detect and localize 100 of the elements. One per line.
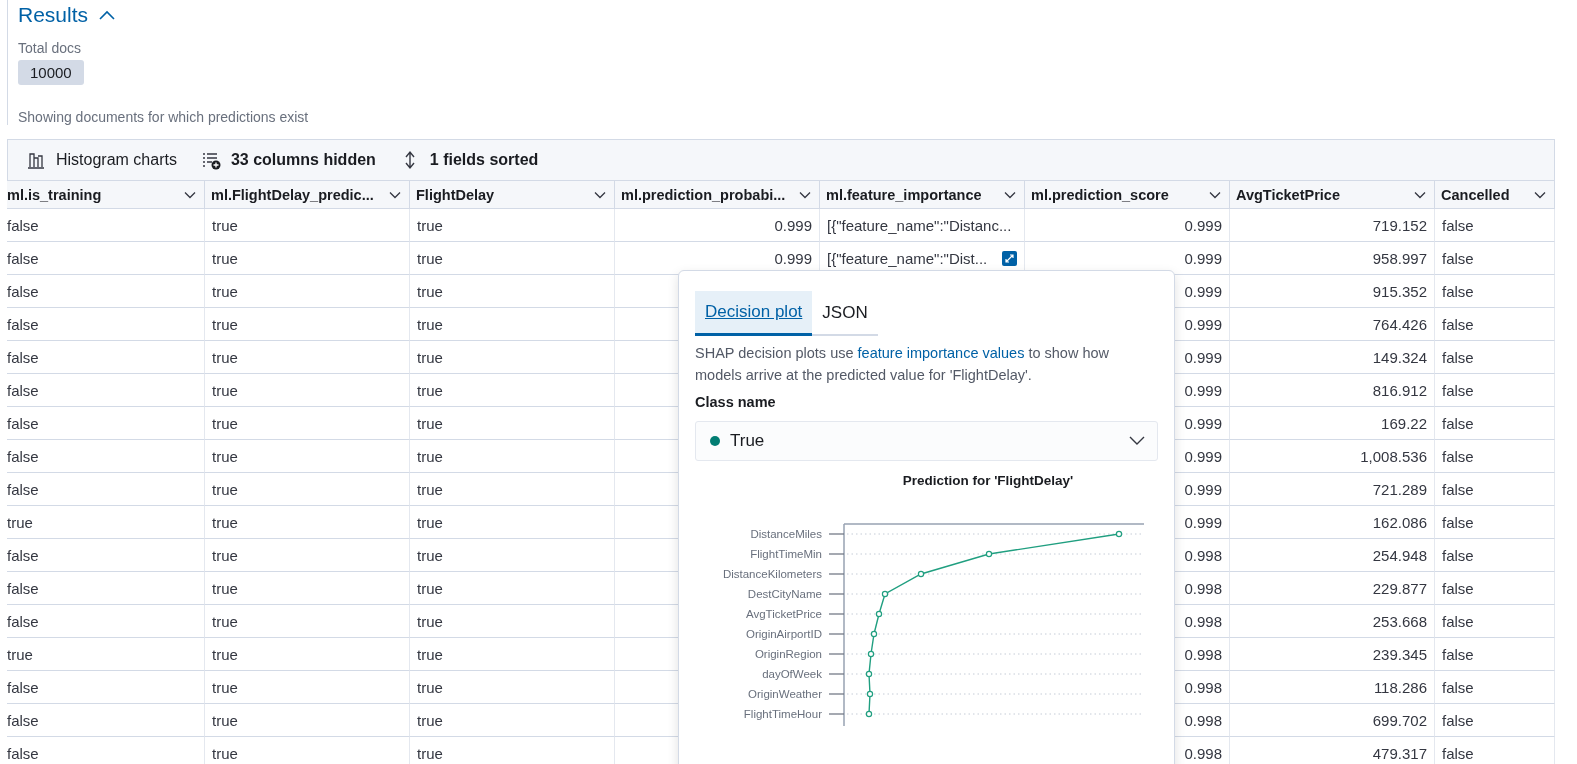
chart-title: Prediction for 'FlightDelay' — [902, 473, 1074, 488]
feature-label: OriginRegion — [754, 648, 822, 660]
class-name-label: Class name — [695, 394, 777, 412]
table-cell: false — [7, 546, 39, 564]
table-cell: true — [7, 645, 33, 663]
column-header[interactable]: ml.prediction_score — [1025, 181, 1230, 209]
table-cell: 0.999 — [1184, 282, 1222, 300]
class-select[interactable]: True — [695, 421, 1158, 461]
tick-mark — [828, 533, 845, 535]
table-cell: true — [417, 645, 443, 663]
tick-mark — [828, 553, 845, 555]
table-cell: 162.086 — [1372, 513, 1427, 531]
column-header[interactable]: AvgTicketPrice — [1230, 181, 1435, 209]
table-cell: false — [1442, 315, 1474, 333]
table-cell: 0.999 — [1184, 381, 1222, 399]
table-cell: 764.426 — [1372, 315, 1427, 333]
toolbar-button[interactable]: 1 fields sorted — [399, 150, 539, 170]
table-cell: 719.152 — [1372, 216, 1427, 234]
data-point — [875, 610, 883, 618]
table-cell: true — [212, 612, 238, 630]
table-cell: 229.877 — [1372, 579, 1427, 597]
table-cell: false — [7, 579, 39, 597]
table-cell: true — [212, 546, 238, 564]
toolbar-button[interactable]: Histogram charts — [26, 150, 177, 170]
table-cell: false — [1442, 645, 1474, 663]
table-cell: false — [1442, 348, 1474, 366]
section-title[interactable]: Results — [18, 3, 89, 27]
table-cell: false — [1442, 216, 1474, 234]
table-cell: [{"feature_name":"Dist... — [827, 249, 988, 267]
table-cell: true — [417, 249, 443, 267]
tick-mark — [828, 713, 845, 715]
table-cell: [{"feature_name":"Distanc... — [827, 216, 1012, 234]
data-point — [881, 590, 889, 598]
chevron-down-icon[interactable] — [1414, 190, 1426, 199]
table-cell: true — [212, 645, 238, 663]
table-cell: true — [212, 315, 238, 333]
total-docs-count: 10000 — [18, 60, 84, 85]
column-header[interactable]: ml.is_training — [7, 181, 205, 209]
feature-importance-link[interactable]: feature importance values — [857, 345, 1025, 361]
table-cell: 915.352 — [1372, 282, 1427, 300]
feature-label: DestCityName — [747, 588, 822, 600]
table-cell: 0.999 — [1184, 249, 1222, 267]
table-cell: true — [212, 249, 238, 267]
expand-button[interactable] — [1002, 250, 1017, 266]
table-cell: true — [417, 381, 443, 399]
table-cell: 0.999 — [1184, 480, 1222, 498]
tab[interactable]: JSON — [812, 291, 878, 336]
chevron-down-icon[interactable] — [389, 190, 401, 199]
table-cell: false — [7, 216, 39, 234]
table-cell: 0.999 — [1184, 315, 1222, 333]
table-cell: false — [7, 348, 39, 366]
table-cell: true — [417, 546, 443, 564]
columns-icon — [200, 150, 221, 170]
table-cell: true — [417, 480, 443, 498]
table-cell: 0.999 — [774, 216, 812, 234]
table-cell: true — [212, 579, 238, 597]
tick-mark — [828, 693, 845, 695]
table-cell: true — [417, 315, 443, 333]
chevron-up-icon[interactable] — [98, 9, 117, 21]
table-cell: false — [7, 678, 39, 696]
table-cell: false — [1442, 711, 1474, 729]
data-point — [865, 670, 873, 678]
table-cell: false — [7, 414, 39, 432]
toolbar-button[interactable]: 33 columns hidden — [200, 150, 376, 170]
chevron-down-icon[interactable] — [1534, 190, 1546, 199]
data-point — [917, 570, 925, 578]
column-header[interactable]: ml.FlightDelay_predic... — [205, 181, 410, 209]
table-cell: 0.998 — [1184, 744, 1222, 762]
data-point — [1115, 530, 1123, 538]
table-cell: 816.912 — [1372, 381, 1427, 399]
table-cell: true — [212, 711, 238, 729]
tab[interactable]: Decision plot — [695, 291, 813, 336]
chevron-down-icon[interactable] — [799, 190, 811, 199]
table-cell: 0.999 — [1184, 447, 1222, 465]
table-cell: false — [1442, 678, 1474, 696]
column-header[interactable]: ml.prediction_probabi... — [615, 181, 820, 209]
table-cell: false — [7, 711, 39, 729]
table-cell: true — [212, 480, 238, 498]
column-header[interactable]: Cancelled — [1435, 181, 1555, 209]
table-cell: true — [212, 447, 238, 465]
table-cell: false — [7, 249, 39, 267]
table-cell: false — [1442, 480, 1474, 498]
table-cell: 1,008.536 — [1360, 447, 1427, 465]
table-cell: false — [1442, 414, 1474, 432]
table-cell: true — [212, 348, 238, 366]
table-cell: true — [212, 381, 238, 399]
chevron-down-icon[interactable] — [1209, 190, 1221, 199]
table-cell: false — [7, 447, 39, 465]
table-cell: true — [417, 282, 443, 300]
chevron-down-icon[interactable] — [594, 190, 606, 199]
table-cell: true — [7, 513, 33, 531]
column-header[interactable]: ml.feature_importance — [820, 181, 1025, 209]
chevron-down-icon[interactable] — [184, 190, 196, 199]
table-cell: false — [1442, 249, 1474, 267]
table-cell: 169.22 — [1381, 414, 1427, 432]
chevron-down-icon[interactable] — [1004, 190, 1016, 199]
table-cell: 0.998 — [1184, 612, 1222, 630]
feature-label: OriginAirportID — [745, 628, 822, 640]
feature-label: DistanceKilometers — [722, 568, 822, 580]
column-header[interactable]: FlightDelay — [410, 181, 615, 209]
